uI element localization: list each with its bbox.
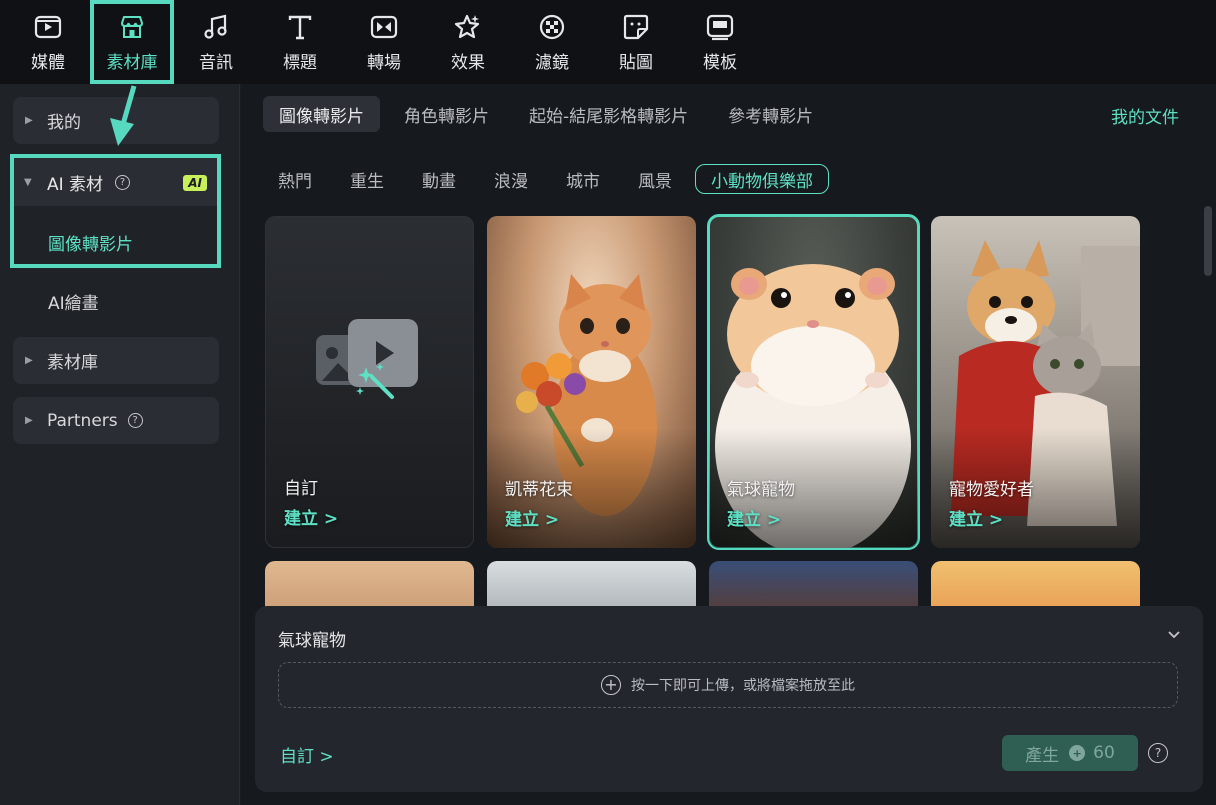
image-to-video-icon bbox=[316, 319, 418, 399]
scrollbar[interactable] bbox=[1204, 206, 1212, 276]
sidebar-group-my[interactable]: ▶ 我的 bbox=[13, 97, 219, 144]
template-card-title: 寵物愛好者 bbox=[949, 480, 1034, 500]
credit-count: 60 bbox=[1093, 743, 1115, 763]
toolbar-media-label: 媒體 bbox=[31, 53, 65, 73]
tab-start-end-frame[interactable]: 起始-結尾影格轉影片 bbox=[513, 96, 704, 132]
toolbar-titles[interactable]: 標題 bbox=[258, 0, 342, 84]
toolbar-media[interactable]: 媒體 bbox=[6, 0, 90, 84]
template-icon bbox=[706, 14, 734, 41]
toolbar-templates[interactable]: 模板 bbox=[678, 0, 762, 84]
sticker-icon bbox=[623, 14, 649, 40]
generate-panel: 氣球寵物 + 按一下即可上傳，或將檔案拖放至此 自訂 > 產生 + 60 ? bbox=[255, 606, 1203, 792]
generate-label: 產生 bbox=[1025, 745, 1060, 766]
category-animation[interactable]: 動畫 bbox=[407, 164, 471, 194]
toolbar-stickers-label: 貼圖 bbox=[619, 53, 653, 73]
text-t-icon bbox=[288, 15, 312, 40]
main-content: 圖像轉影片 角色轉影片 起始-結尾影格轉影片 參考轉影片 我的文件 熱門 重生 … bbox=[241, 84, 1216, 805]
sidebar-group-my-label: 我的 bbox=[47, 113, 81, 133]
store-icon bbox=[120, 16, 144, 38]
toolbar-effects-label: 效果 bbox=[451, 53, 485, 73]
ai-badge: AI bbox=[183, 175, 207, 191]
sidebar-group-partners[interactable]: ▶ Partners ? bbox=[13, 397, 219, 444]
create-link[interactable]: 建立 > bbox=[949, 505, 1003, 530]
toolbar-transitions[interactable]: 轉場 bbox=[342, 0, 426, 84]
category-pet-club[interactable]: 小動物俱樂部 bbox=[695, 164, 829, 194]
upload-hint: 按一下即可上傳，或將檔案拖放至此 bbox=[631, 678, 855, 694]
upload-dropzone[interactable]: + 按一下即可上傳，或將檔案拖放至此 bbox=[278, 662, 1178, 708]
toolbar-stickers[interactable]: 貼圖 bbox=[594, 0, 678, 84]
toolbar-library-label: 素材庫 bbox=[106, 53, 158, 73]
top-toolbar: 媒體 素材庫 音訊 標題 轉場 效果 濾鏡 貼圖 模板 bbox=[0, 0, 1216, 84]
toolbar-library[interactable]: 素材庫 bbox=[90, 0, 174, 84]
toolbar-filters[interactable]: 濾鏡 bbox=[510, 0, 594, 84]
my-documents-link[interactable]: 我的文件 bbox=[1111, 103, 1179, 128]
sparkle-effect-icon bbox=[454, 14, 480, 39]
plus-circle-icon: + bbox=[601, 675, 621, 695]
generate-button[interactable]: 產生 + 60 bbox=[1002, 735, 1138, 771]
tab-image-to-video[interactable]: 圖像轉影片 bbox=[263, 96, 380, 132]
create-link[interactable]: 建立 > bbox=[284, 504, 338, 529]
sidebar-item-ai-drawing[interactable]: AI繪畫 bbox=[48, 289, 99, 314]
music-note-icon bbox=[204, 14, 227, 39]
category-popular[interactable]: 熱門 bbox=[263, 164, 327, 194]
caret-right-icon: ▶ bbox=[25, 355, 33, 366]
custom-link[interactable]: 自訂 > bbox=[280, 742, 334, 767]
toolbar-filters-label: 濾鏡 bbox=[535, 53, 569, 73]
help-icon[interactable]: ? bbox=[1148, 743, 1168, 763]
toolbar-templates-label: 模板 bbox=[703, 53, 737, 73]
sidebar-group-library-label: 素材庫 bbox=[47, 353, 98, 373]
caret-right-icon: ▶ bbox=[25, 415, 33, 426]
caret-down-icon: ▼ bbox=[24, 176, 32, 188]
chevron-down-icon[interactable] bbox=[1167, 628, 1181, 642]
toolbar-transitions-label: 轉場 bbox=[367, 53, 401, 73]
template-card-kitty-bouquet[interactable]: 凱蒂花束 建立 > bbox=[487, 216, 696, 548]
mode-tabs: 圖像轉影片 角色轉影片 起始-結尾影格轉影片 參考轉影片 bbox=[263, 96, 829, 132]
credit-coin-icon: + bbox=[1069, 745, 1086, 761]
template-card-custom[interactable]: 自訂 建立 > bbox=[265, 216, 474, 548]
template-card-title: 氣球寵物 bbox=[727, 480, 795, 500]
toolbar-audio[interactable]: 音訊 bbox=[174, 0, 258, 84]
toolbar-effects[interactable]: 效果 bbox=[426, 0, 510, 84]
sidebar-group-library[interactable]: ▶ 素材庫 bbox=[13, 337, 219, 384]
sidebar-group-ai-materials[interactable]: ▼ AI 素材 ? AI bbox=[14, 158, 217, 206]
left-sidebar: ▶ 我的 ▼ AI 素材 ? AI 圖像轉影片 AI繪畫 ▶ 素材庫 ▶ Par… bbox=[0, 84, 240, 805]
template-card-title: 凱蒂花束 bbox=[505, 480, 573, 500]
template-card-balloon-pet[interactable]: 氣球寵物 建立 > bbox=[707, 214, 920, 550]
sidebar-ai-materials-highlight: ▼ AI 素材 ? AI 圖像轉影片 bbox=[10, 154, 221, 268]
help-icon[interactable]: ? bbox=[115, 174, 131, 190]
sidebar-group-ai-label: AI 素材 bbox=[47, 174, 104, 195]
sidebar-item-image-to-video[interactable]: 圖像轉影片 bbox=[48, 230, 133, 255]
category-romance[interactable]: 浪漫 bbox=[479, 164, 543, 194]
category-city[interactable]: 城市 bbox=[551, 164, 615, 194]
transition-icon bbox=[370, 15, 398, 39]
panel-title: 氣球寵物 bbox=[278, 631, 346, 651]
category-rebirth[interactable]: 重生 bbox=[335, 164, 399, 194]
help-icon[interactable]: ? bbox=[127, 413, 143, 428]
toolbar-titles-label: 標題 bbox=[283, 53, 317, 73]
category-scenery[interactable]: 風景 bbox=[623, 164, 687, 194]
toolbar-audio-label: 音訊 bbox=[199, 53, 233, 73]
tab-character-to-video[interactable]: 角色轉影片 bbox=[388, 96, 505, 132]
sidebar-group-partners-label: Partners bbox=[47, 410, 118, 431]
template-card-title: 自訂 bbox=[284, 479, 318, 499]
template-card-pet-lover[interactable]: 寵物愛好者 建立 > bbox=[931, 216, 1140, 548]
media-icon bbox=[34, 15, 62, 39]
filter-icon bbox=[539, 14, 565, 40]
category-filters: 熱門 重生 動畫 浪漫 城市 風景 小動物俱樂部 bbox=[263, 164, 837, 194]
caret-right-icon: ▶ bbox=[25, 115, 33, 126]
tab-reference-to-video[interactable]: 參考轉影片 bbox=[712, 96, 829, 132]
create-link[interactable]: 建立 > bbox=[505, 505, 559, 530]
create-link[interactable]: 建立 > bbox=[727, 505, 781, 530]
